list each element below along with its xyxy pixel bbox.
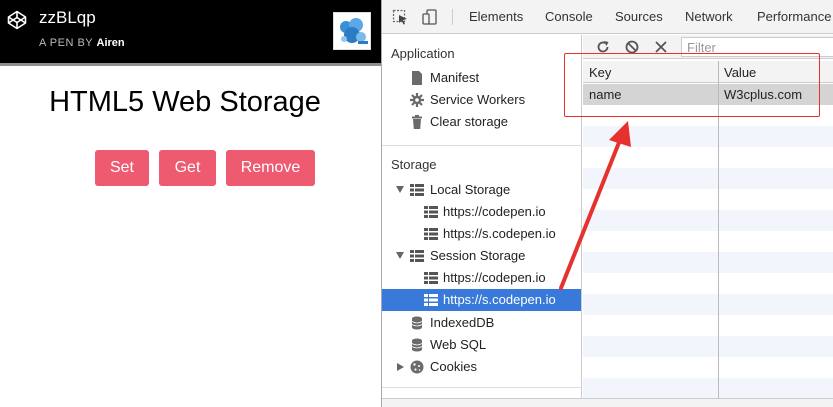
sidebar-item-label: https://codepen.io — [443, 270, 546, 285]
inspect-element-icon[interactable] — [392, 9, 408, 25]
application-sidebar: Application Manifest Service Workers Cle… — [382, 35, 582, 407]
empty-table-row — [583, 210, 833, 231]
sidebar-item-service-workers[interactable]: Service Workers — [382, 89, 581, 111]
sidebar-item-session-storage[interactable]: Session Storage — [382, 245, 581, 267]
remove-button[interactable]: Remove — [226, 150, 315, 186]
sidebar-item-web-sql[interactable]: Web SQL — [382, 334, 581, 356]
set-button[interactable]: Set — [95, 150, 149, 186]
application-section-title: Application — [391, 46, 455, 61]
sidebar-item-local-codepen[interactable]: https://codepen.io — [382, 201, 581, 223]
sidebar-item-label: Session Storage — [430, 248, 526, 263]
table-header: Key Value — [583, 61, 833, 83]
storage-grid-icon — [424, 228, 438, 240]
clear-all-icon[interactable] — [625, 40, 639, 54]
sidebar-item-label: https://s.codepen.io — [443, 292, 556, 307]
tab-console[interactable]: Console — [545, 9, 593, 24]
sidebar-item-label: Clear storage — [430, 114, 509, 129]
sidebar-item-session-s-codepen[interactable]: https://s.codepen.io — [382, 289, 581, 311]
tab-performance[interactable]: Performance — [757, 9, 831, 24]
storage-grid-icon — [410, 250, 424, 262]
storage-grid-icon — [424, 294, 438, 306]
empty-table-row — [583, 105, 833, 126]
storage-toolbar — [583, 35, 833, 59]
codepen-preview: zzBLqp A PEN BY Airen HTML5 Web Storage … — [0, 0, 381, 407]
collapse-triangle-icon[interactable] — [397, 363, 404, 371]
pen-by-prefix: A PEN BY — [39, 37, 93, 49]
get-button[interactable]: Get — [159, 150, 216, 186]
column-header-value[interactable]: Value — [724, 65, 756, 80]
pen-byline: A PEN BY Airen — [39, 37, 125, 49]
document-icon — [412, 71, 422, 85]
empty-table-row — [583, 168, 833, 189]
storage-grid-icon — [424, 206, 438, 218]
storage-table-view: Key Value name W3cplus.com — [583, 35, 833, 399]
expand-triangle-icon[interactable] — [396, 186, 404, 193]
sidebar-item-session-codepen[interactable]: https://codepen.io — [382, 267, 581, 289]
storage-grid-icon — [410, 184, 424, 196]
sidebar-item-label: https://s.codepen.io — [443, 226, 556, 241]
sidebar-item-cookies[interactable]: Cookies — [382, 356, 581, 378]
sidebar-item-label: Web SQL — [430, 337, 487, 352]
empty-table-row — [583, 147, 833, 168]
sidebar-item-label: Cookies — [430, 359, 477, 374]
expand-triangle-icon[interactable] — [396, 252, 404, 259]
pen-header: zzBLqp A PEN BY Airen — [0, 0, 381, 63]
cell-key: name — [589, 87, 622, 102]
empty-table-row — [583, 357, 833, 378]
column-divider[interactable] — [718, 61, 719, 398]
author-avatar[interactable] — [333, 12, 371, 50]
column-header-key[interactable]: Key — [589, 65, 611, 80]
sidebar-item-clear-storage[interactable]: Clear storage — [382, 111, 581, 133]
toolbar-separator — [452, 9, 453, 25]
devtools-drawer-bar — [382, 398, 833, 407]
empty-table-row — [583, 273, 833, 294]
sidebar-divider — [382, 387, 581, 388]
sidebar-item-label: https://codepen.io — [443, 204, 546, 219]
pen-title[interactable]: zzBLqp — [39, 8, 96, 28]
empty-table-row — [583, 252, 833, 273]
tab-elements[interactable]: Elements — [469, 9, 523, 24]
sidebar-item-manifest[interactable]: Manifest — [382, 67, 581, 89]
sidebar-item-label: Local Storage — [430, 182, 511, 197]
empty-table-row — [583, 336, 833, 357]
device-toolbar-icon[interactable] — [422, 9, 438, 25]
sidebar-item-label: Manifest — [430, 70, 480, 85]
table-row[interactable]: name W3cplus.com — [583, 84, 833, 105]
empty-table-row — [583, 294, 833, 315]
sidebar-item-label: Service Workers — [430, 92, 526, 107]
database-icon — [411, 338, 423, 352]
codepen-logo-icon[interactable] — [7, 10, 27, 30]
sidebar-item-local-s-codepen[interactable]: https://s.codepen.io — [382, 223, 581, 245]
avatar-image-icon — [334, 13, 370, 49]
storage-section-title: Storage — [391, 157, 437, 172]
devtools-toolbar: Elements Console Sources Network Perform… — [382, 0, 833, 34]
cell-value: W3cplus.com — [724, 87, 803, 102]
empty-table-row — [583, 126, 833, 147]
page-heading: HTML5 Web Storage — [49, 86, 321, 118]
empty-table-row — [583, 189, 833, 210]
tab-sources[interactable]: Sources — [615, 9, 663, 24]
database-icon — [411, 316, 423, 330]
header-divider — [0, 63, 381, 66]
cookie-icon — [410, 360, 424, 374]
gear-icon — [410, 93, 424, 107]
sidebar-item-label: IndexedDB — [430, 315, 495, 330]
empty-table-row — [583, 231, 833, 252]
sidebar-item-local-storage[interactable]: Local Storage — [382, 179, 581, 201]
filter-input[interactable] — [681, 37, 833, 57]
empty-table-row — [583, 315, 833, 336]
refresh-icon[interactable] — [596, 40, 610, 54]
empty-table-row — [583, 378, 833, 399]
pen-author-link[interactable]: Airen — [97, 37, 125, 49]
trash-icon — [412, 115, 422, 129]
devtools-panel: Elements Console Sources Network Perform… — [381, 0, 833, 407]
storage-grid-icon — [424, 272, 438, 284]
tab-network[interactable]: Network — [685, 9, 733, 24]
sidebar-item-indexeddb[interactable]: IndexedDB — [382, 312, 581, 334]
delete-selected-icon[interactable] — [655, 41, 667, 53]
sidebar-divider — [382, 145, 581, 146]
